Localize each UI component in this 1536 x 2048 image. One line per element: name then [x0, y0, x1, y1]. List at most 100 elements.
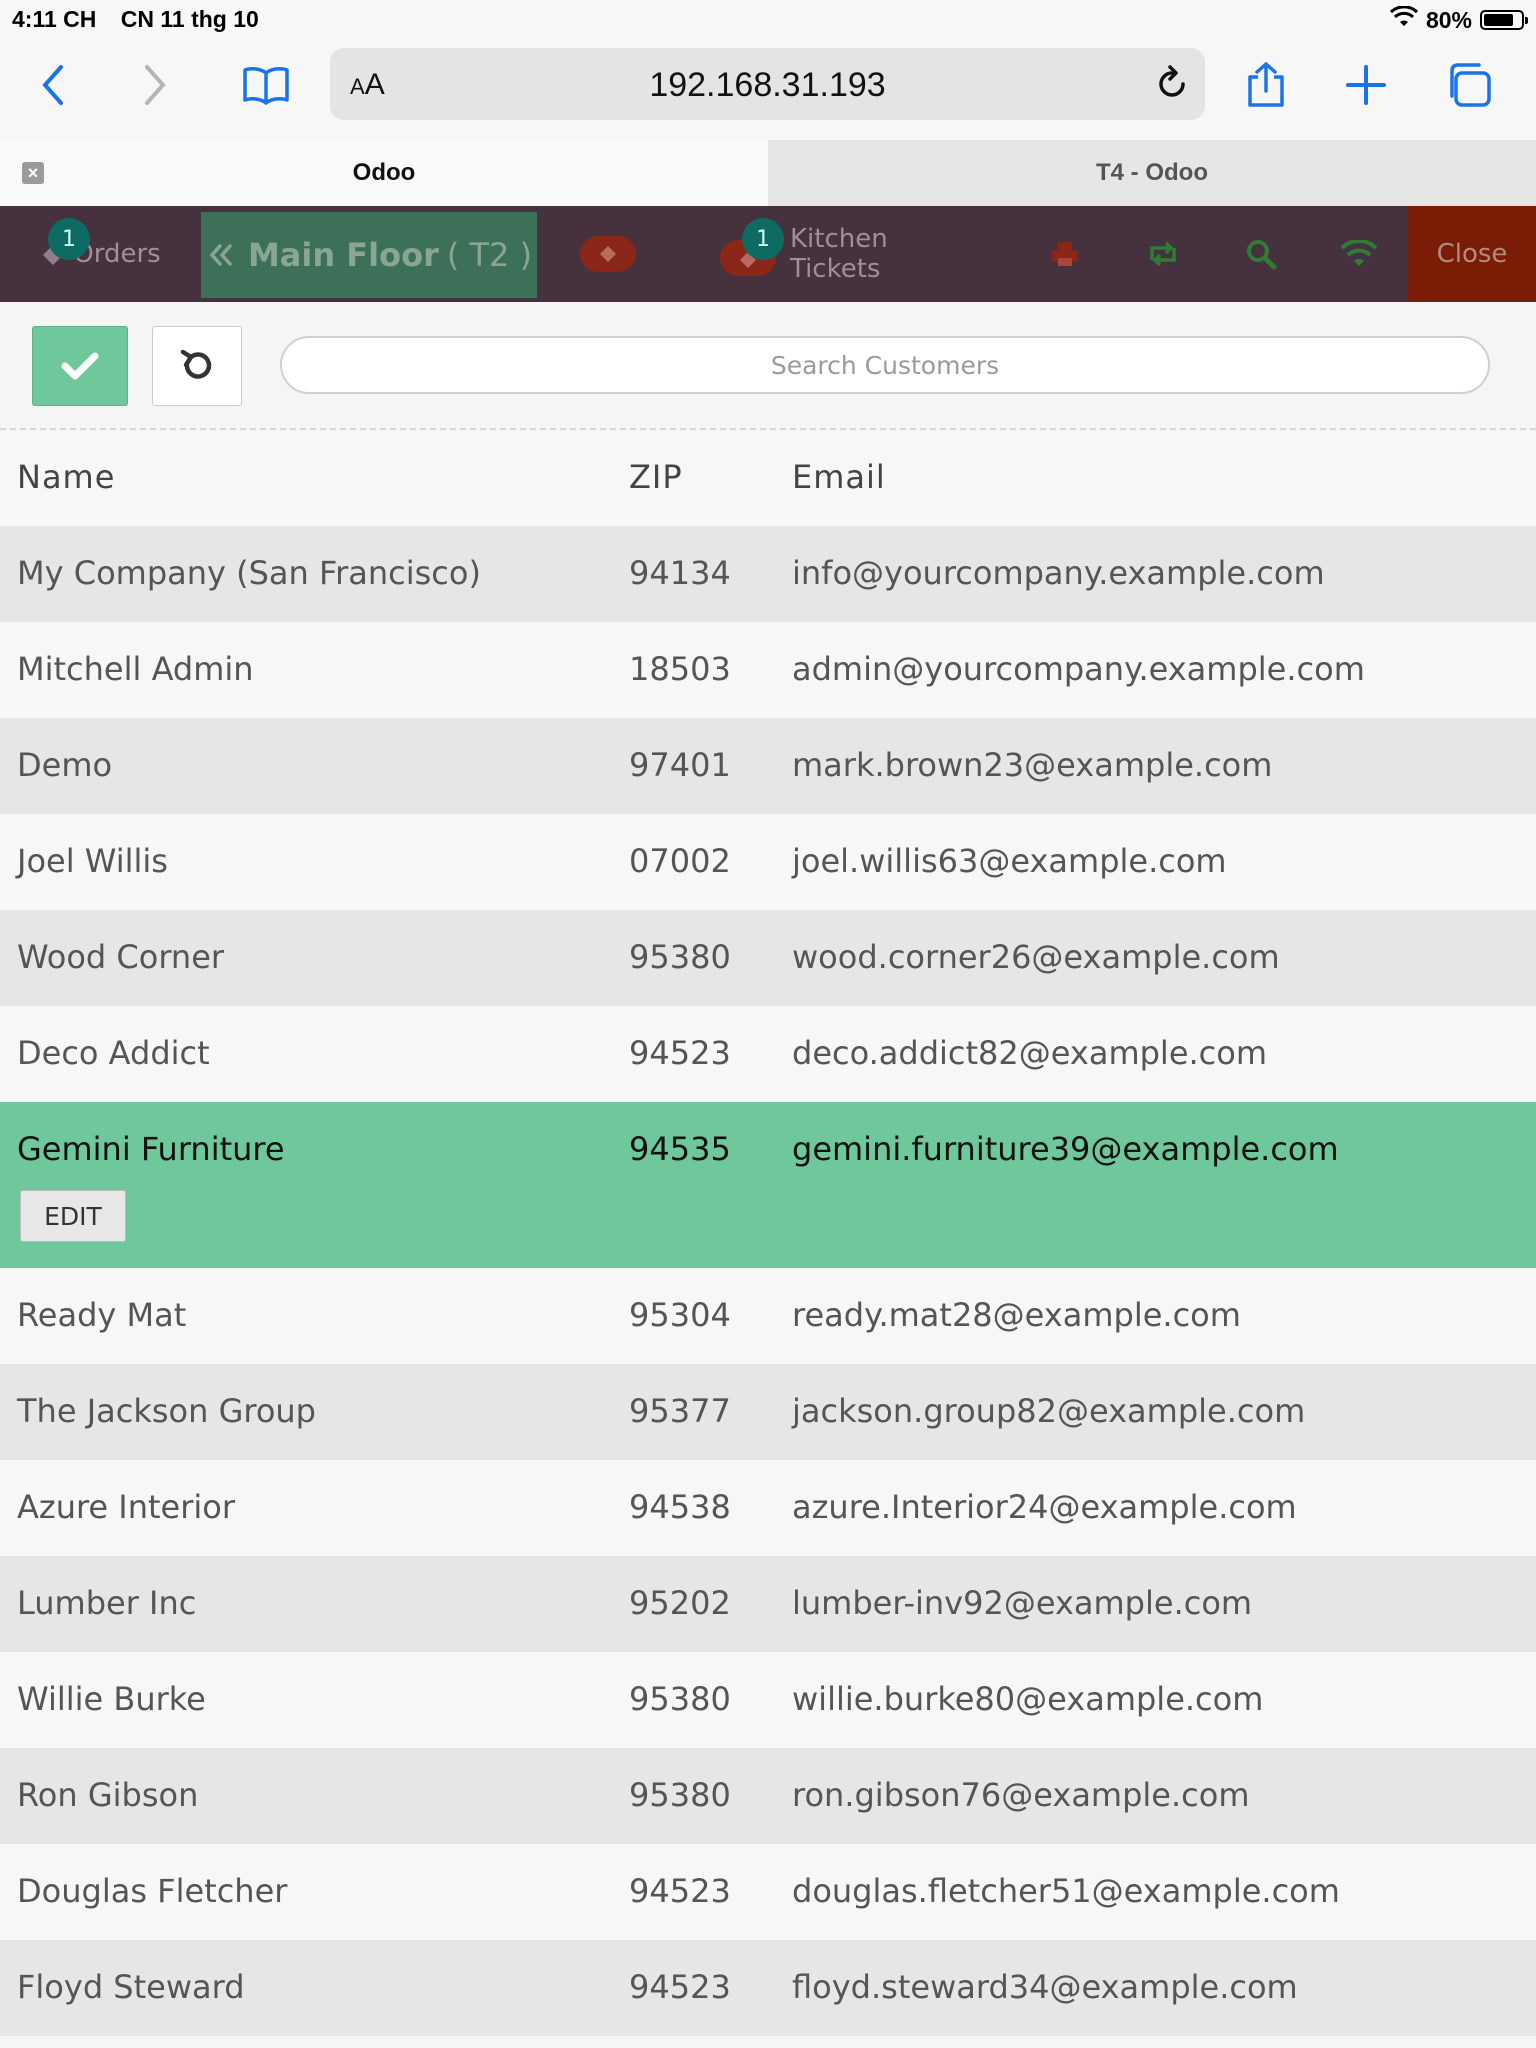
tab-label: Odoo — [352, 159, 416, 186]
share-icon — [1248, 62, 1284, 107]
battery-fill — [1484, 14, 1513, 26]
chevron-right-icon — [145, 65, 166, 105]
main-floor-button[interactable]: Main Floor ( T2 ) — [201, 212, 537, 298]
cell-email: mark.brown23@example.com — [792, 746, 1273, 784]
double-chevron-left-icon — [209, 244, 232, 266]
cell-name: Douglas Fletcher — [17, 1872, 288, 1910]
printer-button[interactable] — [1040, 206, 1090, 302]
printer-icon — [1052, 242, 1078, 266]
retweet-icon — [1150, 241, 1176, 267]
tabs-icon — [1450, 63, 1491, 107]
back-button[interactable] — [152, 326, 242, 406]
tabs-overview-button[interactable] — [1438, 60, 1498, 110]
set-customer-button[interactable] — [32, 326, 128, 406]
table-row[interactable]: Douglas Fletcher 94523 douglas.fletcher51@… — [0, 1844, 1536, 1940]
floor-label: Main Floor — [247, 236, 439, 274]
cell-zip: 95202 — [629, 1584, 731, 1622]
battery-percent: 80% — [1425, 6, 1472, 33]
cell-zip: 94535 — [629, 1130, 731, 1168]
table-row[interactable]: Mitchell Admin 18503 admin@yourcompany.exa… — [0, 622, 1536, 718]
table-header: Name ZIP Email — [0, 430, 1536, 526]
cell-name: My Company (San Francisco) — [17, 554, 481, 592]
battery-icon — [1480, 10, 1528, 30]
order-ticket-button[interactable] — [580, 236, 636, 272]
table-row[interactable]: Floyd Steward 94523 floyd.steward34@exampl… — [0, 1940, 1536, 2036]
table-row[interactable]: Ready Mat 95304 ready.mat28@example.com — [0, 1268, 1536, 1364]
table-row[interactable]: Deco Addict 94523 deco.addict82@example.co… — [0, 1006, 1536, 1102]
cell-email: wood.corner26@example.com — [792, 938, 1280, 976]
table-row[interactable]: The Jackson Group 95377 jackson.group82@ex… — [0, 1364, 1536, 1460]
cell-zip: 94523 — [629, 1034, 731, 1072]
close-tab-icon[interactable]: × — [22, 162, 44, 184]
cell-email: douglas.fletcher51@example.com — [792, 1872, 1340, 1910]
cell-zip: 95380 — [629, 1776, 731, 1814]
cell-zip: 97401 — [629, 746, 731, 784]
table-row[interactable]: Joel Willis 07002 joel.willis63@example.co… — [0, 814, 1536, 910]
cell-name: Demo — [17, 746, 113, 784]
cell-email: lumber-inv92@example.com — [792, 1584, 1253, 1622]
forward-button[interactable] — [124, 60, 184, 110]
header-zip: ZIP — [629, 458, 683, 496]
cell-zip: 94523 — [629, 1968, 731, 2006]
close-button[interactable]: Close — [1408, 206, 1536, 302]
sync-button[interactable] — [1138, 206, 1188, 302]
address-bar[interactable]: AA 192.168.31.193 — [330, 48, 1205, 120]
kitchen-tickets-label: Kitchen Tickets — [790, 224, 888, 284]
search-icon — [1247, 240, 1277, 270]
reload-icon[interactable] — [1153, 64, 1191, 108]
table-row[interactable]: Ron Gibson 95380 ron.gibson76@example.com — [0, 1748, 1536, 1844]
search-customers-input[interactable] — [280, 336, 1490, 394]
status-date: CN 11 thg 10 — [120, 6, 259, 32]
table-row[interactable]: Demo 97401 mark.brown23@example.com — [0, 718, 1536, 814]
header-email: Email — [792, 458, 886, 496]
check-icon — [61, 352, 99, 380]
table-row[interactable]: My Company (San Francisco) 94134 info@your… — [0, 526, 1536, 622]
tab-t4-odoo[interactable]: T4 - Odoo — [768, 140, 1536, 206]
cell-name: Wood Corner — [17, 938, 225, 976]
undo-icon — [180, 349, 212, 379]
table-row-selected[interactable]: Gemini Furniture 94535 gemini.furniture39@… — [0, 1102, 1536, 1268]
tab-odoo[interactable]: × Odoo — [0, 140, 768, 206]
cell-name: Joel Willis — [17, 842, 168, 880]
floor-table: ( T2 ) — [446, 236, 533, 274]
new-tab-button[interactable] — [1336, 60, 1396, 110]
orders-button[interactable]: Orders — [20, 206, 180, 302]
cell-email: ron.gibson76@example.com — [792, 1776, 1250, 1814]
table-row[interactable]: Lumber Inc 95202 lumber-inv92@example.com — [0, 1556, 1536, 1652]
cell-name: Ready Mat — [17, 1296, 187, 1334]
book-icon — [243, 67, 289, 105]
cell-zip: 18503 — [629, 650, 731, 688]
table-row[interactable]: Wood Corner 95380 wood.corner26@example.co… — [0, 910, 1536, 1006]
plus-icon — [1346, 65, 1386, 105]
connection-status — [1334, 206, 1384, 302]
kitchen-tickets-button[interactable]: Kitchen Tickets — [790, 206, 980, 302]
bookmarks-button[interactable] — [236, 60, 296, 110]
status-time: 4:11 CH — [12, 6, 97, 32]
search-button[interactable] — [1236, 206, 1286, 302]
customer-action-bar — [0, 302, 1536, 430]
wifi-icon — [1389, 5, 1418, 34]
browser-tabs: × Odoo T4 - Odoo — [0, 140, 1536, 206]
cell-email: gemini.furniture39@example.com — [792, 1130, 1339, 1168]
status-bar: 4:11 CH CN 11 thg 10 80% — [0, 0, 1536, 40]
cell-email: admin@yourcompany.example.com — [792, 650, 1365, 688]
cell-email: deco.addict82@example.com — [792, 1034, 1268, 1072]
back-button[interactable] — [24, 60, 84, 110]
tab-label: T4 - Odoo — [1096, 159, 1208, 186]
cell-email: ready.mat28@example.com — [792, 1296, 1241, 1334]
cell-email: floyd.steward34@example.com — [792, 1968, 1298, 2006]
table-row[interactable]: Azure Interior 94538 azure.Interior24@exam… — [0, 1460, 1536, 1556]
edit-customer-button[interactable]: EDIT — [20, 1190, 126, 1242]
cell-zip: 95380 — [629, 1680, 731, 1718]
share-button[interactable] — [1236, 60, 1296, 110]
customer-list: Name ZIP Email My Company (San Francisco… — [0, 430, 1536, 2036]
table-row[interactable]: Willie Burke 95380 willie.burke80@example.… — [0, 1652, 1536, 1748]
cell-name: Lumber Inc — [17, 1584, 197, 1622]
browser-toolbar: AA 192.168.31.193 — [0, 40, 1536, 140]
cell-zip: 07002 — [629, 842, 731, 880]
kitchen-count-badge: 1 — [742, 218, 784, 260]
status-left: 4:11 CH CN 11 thg 10 — [12, 6, 277, 33]
cell-zip: 94134 — [629, 554, 731, 592]
header-name: Name — [17, 458, 116, 496]
cell-zip: 94538 — [629, 1488, 731, 1526]
